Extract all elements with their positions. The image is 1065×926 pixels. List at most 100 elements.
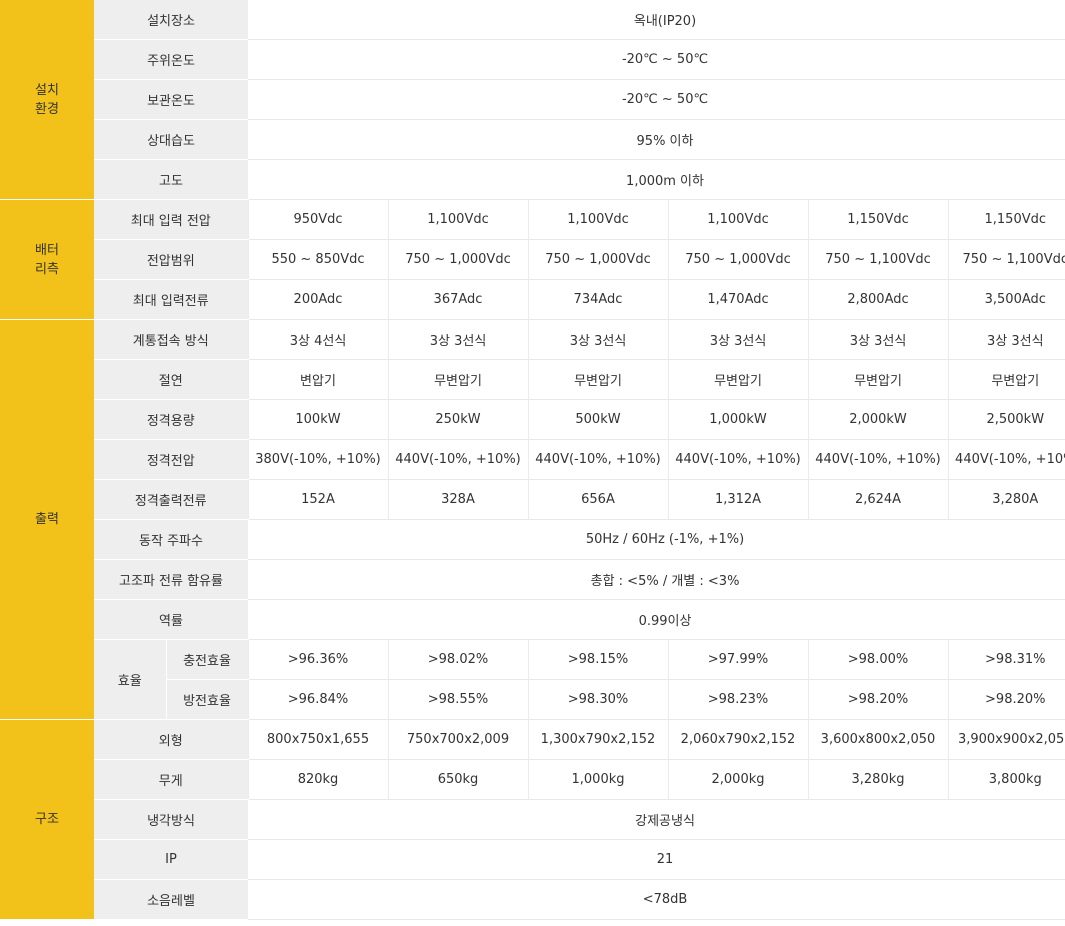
cell-value: 1,150Vdc	[947, 199, 1065, 240]
efficiency-label: 효율	[94, 639, 166, 720]
row-cooling: 냉각방식 강제공냉식	[0, 799, 1065, 840]
row-label: 충전효율	[165, 639, 248, 680]
spec-table-container: 설치 환경 설치장소 옥내(IP20) 주위온도 -20℃ ~ 50℃ 보관온도…	[0, 0, 1065, 926]
row-weight: 무게 820kg 650kg 1,000kg 2,000kg 3,280kg 3…	[0, 759, 1065, 800]
cell-value: 367Adc	[387, 279, 528, 320]
cell-value: 750x700x2,009	[387, 719, 528, 760]
cell-value: 3상 3선식	[527, 319, 668, 360]
cell-value: 2,624A	[807, 479, 948, 520]
row-label: 전압범위	[94, 239, 248, 280]
cell-value: 820kg	[247, 759, 388, 800]
row-label: 주위온도	[94, 39, 248, 80]
cell-value: 750 ~ 1,100Vdc	[947, 239, 1065, 280]
cell-value: 2,000kg	[667, 759, 808, 800]
cell-value: 2,000kW	[807, 399, 948, 440]
section-structure: 구조	[0, 719, 94, 920]
row-noise: 소음레벨 <78dB	[0, 879, 1065, 920]
row-ambient-temp: 주위온도 -20℃ ~ 50℃	[0, 39, 1065, 80]
cell-value: 380V(-10%, +10%)	[247, 439, 388, 480]
row-label: 정격용량	[94, 399, 248, 440]
section-battery: 배터 리측	[0, 199, 94, 320]
section-output: 출력	[0, 319, 94, 720]
row-label: 최대 입력전류	[94, 279, 248, 320]
cell-value: 440V(-10%, +10%)	[527, 439, 668, 480]
row-label: 보관온도	[94, 79, 248, 120]
row-value: 0.99이상	[248, 599, 1065, 640]
cell-value: 무변압기	[807, 359, 948, 400]
row-altitude: 고도 1,000m 이하	[0, 159, 1065, 200]
row-humidity: 상대습도 95% 이하	[0, 119, 1065, 160]
row-label: 절연	[94, 359, 248, 400]
row-value: 옥내(IP20)	[248, 0, 1065, 40]
row-label: 외형	[94, 719, 248, 760]
section-battery-label: 배터 리측	[35, 242, 59, 277]
row-label: 냉각방식	[94, 799, 248, 840]
row-frequency: 동작 주파수 50Hz / 60Hz (-1%, +1%)	[0, 519, 1065, 560]
row-max-input-voltage: 배터 리측 최대 입력 전압 950Vdc 1,100Vdc 1,100Vdc …	[0, 199, 1065, 320]
cell-value: 750 ~ 1,000Vdc	[667, 239, 808, 280]
cell-value: 250kW	[387, 399, 528, 440]
row-label: 동작 주파수	[94, 519, 248, 560]
section-output-label: 출력	[35, 512, 59, 527]
row-label: 상대습도	[94, 119, 248, 160]
cell-value: >98.15%	[527, 639, 668, 680]
cell-value: 3,280A	[947, 479, 1065, 520]
row-value: 총합 : <5% / 개별 : <3%	[248, 559, 1065, 600]
row-label: 계통접속 방식	[94, 319, 248, 360]
cell-value: >96.84%	[247, 679, 388, 720]
cell-value: 2,800Adc	[807, 279, 948, 320]
cell-value: 1,300x790x2,152	[527, 719, 668, 760]
row-charge-efficiency: 효율 충전효율 >96.36% >98.02% >98.15% >97.99% …	[0, 639, 1065, 720]
section-install-label: 설치 환경	[35, 82, 59, 117]
cell-value: 152A	[247, 479, 388, 520]
row-value: 95% 이하	[248, 119, 1065, 160]
cell-value: >98.02%	[387, 639, 528, 680]
cell-value: 3상 3선식	[387, 319, 528, 360]
row-value: <78dB	[248, 879, 1065, 920]
cell-value: 무변압기	[667, 359, 808, 400]
cell-value: 무변압기	[387, 359, 528, 400]
cell-value: 1,100Vdc	[387, 199, 528, 240]
row-storage-temp: 보관온도 -20℃ ~ 50℃	[0, 79, 1065, 120]
section-install: 설치 환경	[0, 0, 94, 200]
row-value: -20℃ ~ 50℃	[248, 79, 1065, 120]
cell-value: 3상 3선식	[667, 319, 808, 360]
cell-value: 무변압기	[947, 359, 1065, 400]
row-value: 강제공냉식	[248, 799, 1065, 840]
row-label: 방전효율	[165, 679, 248, 720]
cell-value: 750 ~ 1,000Vdc	[527, 239, 668, 280]
cell-value: >98.00%	[807, 639, 948, 680]
cell-value: 440V(-10%, +10%	[947, 439, 1065, 480]
cell-value: 3상 3선식	[947, 319, 1065, 360]
row-harmonics: 고조파 전류 함유률 총합 : <5% / 개별 : <3%	[0, 559, 1065, 600]
cell-value: 3상 3선식	[807, 319, 948, 360]
row-value: 50Hz / 60Hz (-1%, +1%)	[248, 519, 1065, 560]
cell-value: 200Adc	[247, 279, 388, 320]
cell-value: 3,600x800x2,050	[807, 719, 948, 760]
row-ip: IP 21	[0, 839, 1065, 880]
row-location: 설치 환경 설치장소 옥내(IP20)	[0, 0, 1065, 200]
cell-value: 328A	[387, 479, 528, 520]
cell-value: >98.20%	[947, 679, 1065, 720]
row-label: 정격출력전류	[94, 479, 248, 520]
cell-value: 750 ~ 1,100Vdc	[807, 239, 948, 280]
row-label: 설치장소	[94, 0, 248, 40]
spec-table: 설치 환경 설치장소 옥내(IP20) 주위온도 -20℃ ~ 50℃ 보관온도…	[0, 0, 1065, 920]
cell-value: 734Adc	[527, 279, 668, 320]
row-label: 최대 입력 전압	[94, 199, 248, 240]
cell-value: >97.99%	[667, 639, 808, 680]
row-power-factor: 역률 0.99이상	[0, 599, 1065, 640]
row-label: 역률	[94, 599, 248, 640]
row-value: -20℃ ~ 50℃	[248, 39, 1065, 80]
cell-value: 1,312A	[667, 479, 808, 520]
cell-value: 440V(-10%, +10%)	[387, 439, 528, 480]
cell-value: 무변압기	[527, 359, 668, 400]
cell-value: 440V(-10%, +10%)	[807, 439, 948, 480]
row-label: 정격전압	[94, 439, 248, 480]
row-value: 21	[248, 839, 1065, 880]
row-rated-capacity: 정격용량 100kW 250kW 500kW 1,000kW 2,000kW 2…	[0, 399, 1065, 440]
cell-value: 변압기	[247, 359, 388, 400]
cell-value: 550 ~ 850Vdc	[247, 239, 388, 280]
cell-value: 3,500Adc	[947, 279, 1065, 320]
row-rated-output-current: 정격출력전류 152A 328A 656A 1,312A 2,624A 3,28…	[0, 479, 1065, 520]
